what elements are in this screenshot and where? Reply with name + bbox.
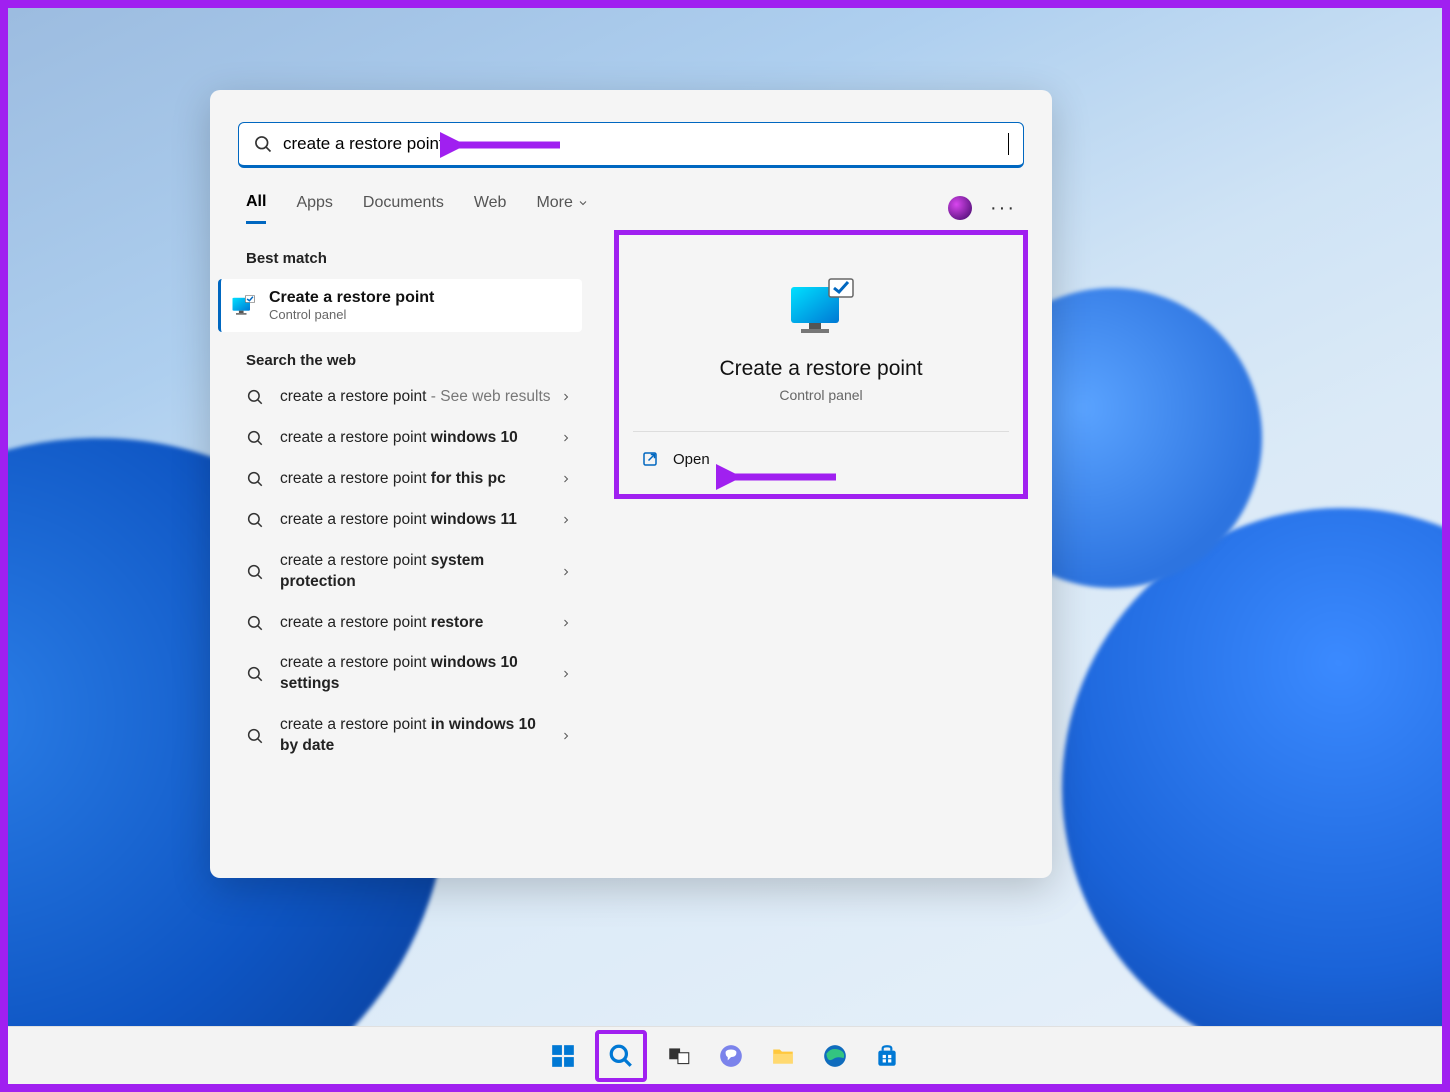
annotation-arrow bbox=[440, 130, 570, 160]
annotation-arrow bbox=[716, 462, 846, 492]
annotation-frame bbox=[0, 0, 1450, 1092]
